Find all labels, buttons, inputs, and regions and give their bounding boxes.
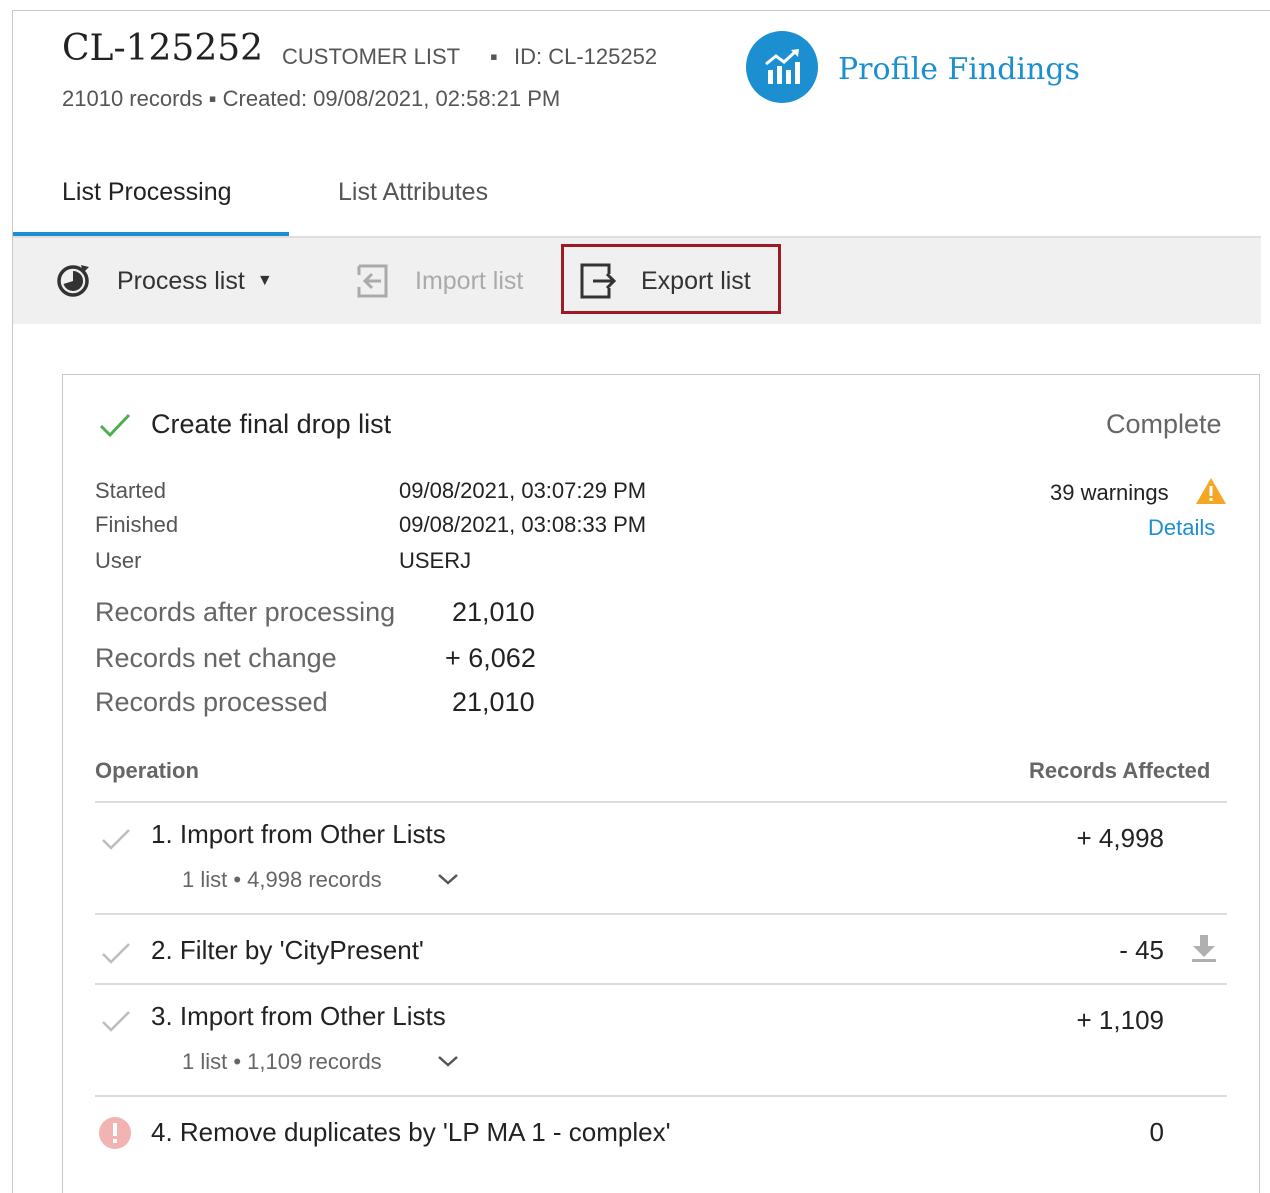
process-list-label: Process list (117, 266, 245, 295)
stat-value: 21,010 (452, 687, 535, 717)
tab-list-attributes[interactable]: List Attributes (338, 178, 488, 207)
error-icon (99, 1117, 131, 1149)
user-label: User (95, 548, 142, 573)
started-value: 09/08/2021, 03:07:29 PM (399, 478, 647, 503)
records-affected-value: 0 (1149, 1117, 1164, 1147)
export-highlight-box (561, 244, 781, 314)
divider (95, 983, 1227, 985)
check-icon (99, 413, 131, 438)
warnings-count: 39 warnings (1050, 480, 1169, 505)
stat-value: + 6,062 (445, 643, 536, 673)
job-status: Complete (1106, 409, 1222, 439)
chevron-down-icon[interactable] (436, 871, 460, 887)
tab-bar: List Processing List Attributes (13, 150, 1261, 238)
import-list-button[interactable]: Import list (353, 238, 523, 324)
operation-summary: 1 list • 1,109 records (182, 1049, 382, 1074)
records-affected-value: + 1,109 (1076, 1005, 1164, 1035)
caret-down-icon: ▼ (256, 272, 273, 289)
column-header-records-affected: Records Affected (1029, 758, 1211, 783)
profile-findings-icon[interactable] (746, 31, 818, 103)
finished-value: 09/08/2021, 03:08:33 PM (399, 512, 647, 537)
job-title: Create final drop list (151, 409, 392, 439)
details-link[interactable]: Details (1148, 515, 1215, 541)
stat-label: Records after processing (95, 597, 396, 627)
user-value: USERJ (399, 548, 472, 573)
operation-name: 4. Remove duplicates by 'LP MA 1 - compl… (151, 1117, 671, 1147)
divider (95, 801, 1227, 803)
check-icon (102, 943, 130, 964)
list-id-label: ID: CL-125252 (514, 44, 658, 69)
operation-name: 1. Import from Other Lists (151, 819, 446, 849)
list-meta: 21010 records ▪ Created: 09/08/2021, 02:… (62, 86, 561, 111)
finished-label: Finished (95, 512, 179, 537)
stat-label: Records net change (95, 643, 337, 673)
header-separator: ▪ (490, 44, 498, 69)
stat-value: 21,010 (452, 597, 535, 627)
chart-growth-icon (765, 49, 800, 84)
divider (95, 913, 1227, 915)
operation-name: 3. Import from Other Lists (151, 1001, 446, 1031)
import-list-label: Import list (415, 266, 524, 295)
column-header-operation: Operation (95, 758, 199, 783)
check-icon (102, 829, 130, 850)
records-affected-value: + 4,998 (1076, 823, 1164, 853)
divider (95, 1095, 1227, 1097)
download-icon[interactable] (1190, 933, 1218, 963)
list-id-title: CL-125252 (62, 28, 264, 69)
active-tab-indicator (13, 232, 289, 236)
check-icon (102, 1011, 130, 1032)
process-list-button[interactable]: Process list ▼ (55, 238, 273, 324)
chevron-down-icon[interactable] (436, 1053, 460, 1069)
records-affected-value: - 45 (1119, 935, 1164, 965)
started-label: Started (95, 478, 166, 503)
import-icon (357, 264, 388, 298)
profile-findings-link[interactable]: Profile Findings (838, 52, 1080, 87)
list-type-label: CUSTOMER LIST (282, 44, 461, 69)
process-cycle-icon (57, 265, 89, 297)
operation-name: 2. Filter by 'CityPresent' (151, 935, 424, 965)
warning-icon (1196, 478, 1226, 504)
tab-list-processing[interactable]: List Processing (62, 178, 232, 207)
stat-label: Records processed (95, 687, 328, 717)
operation-summary: 1 list • 4,998 records (182, 867, 382, 892)
